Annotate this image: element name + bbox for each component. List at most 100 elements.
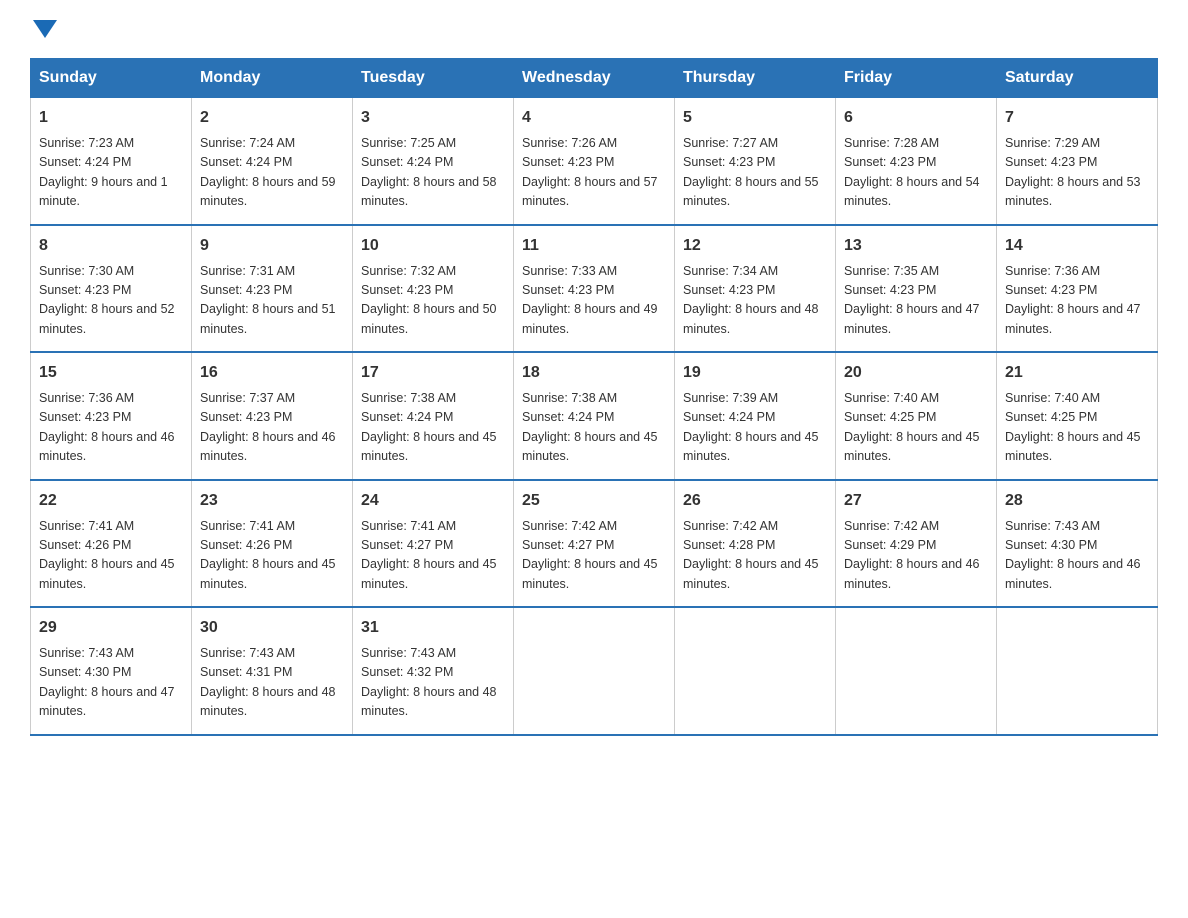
calendar-cell: 25 Sunrise: 7:42 AMSunset: 4:27 PMDayligh…	[514, 480, 675, 608]
day-number: 15	[39, 361, 183, 385]
day-number: 12	[683, 234, 827, 258]
day-header-sunday: Sunday	[31, 59, 192, 98]
day-info: Sunrise: 7:37 AMSunset: 4:23 PMDaylight:…	[200, 389, 344, 467]
day-info: Sunrise: 7:28 AMSunset: 4:23 PMDaylight:…	[844, 134, 988, 212]
day-number: 2	[200, 106, 344, 130]
day-number: 25	[522, 489, 666, 513]
calendar-cell: 9 Sunrise: 7:31 AMSunset: 4:23 PMDaylight…	[192, 225, 353, 353]
calendar-cell: 24Sunrise: 7:41 AMSunset: 4:27 PMDayligh…	[353, 480, 514, 608]
day-number: 3	[361, 106, 505, 130]
day-info: Sunrise: 7:38 AMSunset: 4:24 PMDaylight:…	[522, 389, 666, 467]
week-row-1: 1 Sunrise: 7:23 AMSunset: 4:24 PMDaylight…	[31, 98, 1158, 225]
day-info: Sunrise: 7:42 AMSunset: 4:29 PMDaylight:…	[844, 517, 988, 595]
header-row: SundayMondayTuesdayWednesdayThursdayFrid…	[31, 59, 1158, 98]
calendar-cell	[675, 607, 836, 735]
calendar-cell: 5 Sunrise: 7:27 AMSunset: 4:23 PMDaylight…	[675, 98, 836, 225]
week-row-3: 15 Sunrise: 7:36 AMSunset: 4:23 PMDayligh…	[31, 352, 1158, 480]
calendar-cell: 18 Sunrise: 7:38 AMSunset: 4:24 PMDayligh…	[514, 352, 675, 480]
day-number: 13	[844, 234, 988, 258]
day-number: 30	[200, 616, 344, 640]
day-info: Sunrise: 7:43 AMSunset: 4:30 PMDaylight:…	[39, 644, 183, 722]
calendar-cell: 12 Sunrise: 7:34 AMSunset: 4:23 PMDayligh…	[675, 225, 836, 353]
day-info: Sunrise: 7:42 AMSunset: 4:28 PMDaylight:…	[683, 517, 827, 595]
calendar-cell: 16 Sunrise: 7:37 AMSunset: 4:23 PMDayligh…	[192, 352, 353, 480]
logo-arrow-icon	[33, 20, 57, 38]
day-info: Sunrise: 7:43 AMSunset: 4:30 PMDaylight:…	[1005, 517, 1149, 595]
day-info: Sunrise: 7:43 AMSunset: 4:31 PMDaylight:…	[200, 644, 344, 722]
day-info: Sunrise: 7:36 AMSunset: 4:23 PMDaylight:…	[39, 389, 183, 467]
day-info: Sunrise: 7:27 AMSunset: 4:23 PMDaylight:…	[683, 134, 827, 212]
calendar-cell	[997, 607, 1158, 735]
day-number: 17	[361, 361, 505, 385]
calendar-cell: 27 Sunrise: 7:42 AMSunset: 4:29 PMDayligh…	[836, 480, 997, 608]
calendar-cell	[836, 607, 997, 735]
day-info: Sunrise: 7:26 AMSunset: 4:23 PMDaylight:…	[522, 134, 666, 212]
week-row-4: 22 Sunrise: 7:41 AMSunset: 4:26 PMDayligh…	[31, 480, 1158, 608]
day-info: Sunrise: 7:32 AMSunset: 4:23 PMDaylight:…	[361, 262, 505, 340]
page-header	[30, 20, 1158, 38]
calendar-cell: 19Sunrise: 7:39 AMSunset: 4:24 PMDayligh…	[675, 352, 836, 480]
day-info: Sunrise: 7:33 AMSunset: 4:23 PMDaylight:…	[522, 262, 666, 340]
day-number: 29	[39, 616, 183, 640]
day-info: Sunrise: 7:31 AMSunset: 4:23 PMDaylight:…	[200, 262, 344, 340]
day-info: Sunrise: 7:23 AMSunset: 4:24 PMDaylight:…	[39, 134, 183, 212]
day-number: 8	[39, 234, 183, 258]
day-number: 27	[844, 489, 988, 513]
day-info: Sunrise: 7:25 AMSunset: 4:24 PMDaylight:…	[361, 134, 505, 212]
logo	[30, 20, 60, 38]
calendar-cell: 31 Sunrise: 7:43 AMSunset: 4:32 PMDayligh…	[353, 607, 514, 735]
week-row-2: 8 Sunrise: 7:30 AMSunset: 4:23 PMDaylight…	[31, 225, 1158, 353]
day-number: 18	[522, 361, 666, 385]
day-number: 9	[200, 234, 344, 258]
week-row-5: 29 Sunrise: 7:43 AMSunset: 4:30 PMDayligh…	[31, 607, 1158, 735]
day-number: 14	[1005, 234, 1149, 258]
calendar-cell: 29 Sunrise: 7:43 AMSunset: 4:30 PMDayligh…	[31, 607, 192, 735]
day-info: Sunrise: 7:36 AMSunset: 4:23 PMDaylight:…	[1005, 262, 1149, 340]
day-header-tuesday: Tuesday	[353, 59, 514, 98]
day-number: 4	[522, 106, 666, 130]
calendar-cell: 26 Sunrise: 7:42 AMSunset: 4:28 PMDayligh…	[675, 480, 836, 608]
calendar-cell: 14 Sunrise: 7:36 AMSunset: 4:23 PMDayligh…	[997, 225, 1158, 353]
day-info: Sunrise: 7:40 AMSunset: 4:25 PMDaylight:…	[844, 389, 988, 467]
day-info: Sunrise: 7:42 AMSunset: 4:27 PMDaylight:…	[522, 517, 666, 595]
day-info: Sunrise: 7:41 AMSunset: 4:27 PMDaylight:…	[361, 517, 505, 595]
day-info: Sunrise: 7:41 AMSunset: 4:26 PMDaylight:…	[39, 517, 183, 595]
calendar-cell: 2 Sunrise: 7:24 AMSunset: 4:24 PMDaylight…	[192, 98, 353, 225]
day-info: Sunrise: 7:43 AMSunset: 4:32 PMDaylight:…	[361, 644, 505, 722]
day-number: 21	[1005, 361, 1149, 385]
day-info: Sunrise: 7:39 AMSunset: 4:24 PMDaylight:…	[683, 389, 827, 467]
day-number: 5	[683, 106, 827, 130]
day-info: Sunrise: 7:24 AMSunset: 4:24 PMDaylight:…	[200, 134, 344, 212]
day-info: Sunrise: 7:40 AMSunset: 4:25 PMDaylight:…	[1005, 389, 1149, 467]
day-info: Sunrise: 7:41 AMSunset: 4:26 PMDaylight:…	[200, 517, 344, 595]
calendar-cell: 3 Sunrise: 7:25 AMSunset: 4:24 PMDaylight…	[353, 98, 514, 225]
calendar-cell: 21 Sunrise: 7:40 AMSunset: 4:25 PMDayligh…	[997, 352, 1158, 480]
day-info: Sunrise: 7:29 AMSunset: 4:23 PMDaylight:…	[1005, 134, 1149, 212]
day-header-wednesday: Wednesday	[514, 59, 675, 98]
day-header-friday: Friday	[836, 59, 997, 98]
day-number: 7	[1005, 106, 1149, 130]
day-info: Sunrise: 7:35 AMSunset: 4:23 PMDaylight:…	[844, 262, 988, 340]
day-number: 22	[39, 489, 183, 513]
calendar-cell	[514, 607, 675, 735]
calendar-cell: 13 Sunrise: 7:35 AMSunset: 4:23 PMDayligh…	[836, 225, 997, 353]
day-number: 20	[844, 361, 988, 385]
day-number: 26	[683, 489, 827, 513]
calendar-cell: 17Sunrise: 7:38 AMSunset: 4:24 PMDayligh…	[353, 352, 514, 480]
day-info: Sunrise: 7:30 AMSunset: 4:23 PMDaylight:…	[39, 262, 183, 340]
calendar-cell: 8 Sunrise: 7:30 AMSunset: 4:23 PMDaylight…	[31, 225, 192, 353]
day-number: 11	[522, 234, 666, 258]
day-number: 6	[844, 106, 988, 130]
calendar-cell: 20 Sunrise: 7:40 AMSunset: 4:25 PMDayligh…	[836, 352, 997, 480]
day-number: 23	[200, 489, 344, 513]
day-number: 1	[39, 106, 183, 130]
day-info: Sunrise: 7:34 AMSunset: 4:23 PMDaylight:…	[683, 262, 827, 340]
day-number: 16	[200, 361, 344, 385]
day-number: 28	[1005, 489, 1149, 513]
day-header-saturday: Saturday	[997, 59, 1158, 98]
day-header-monday: Monday	[192, 59, 353, 98]
calendar-cell: 10Sunrise: 7:32 AMSunset: 4:23 PMDayligh…	[353, 225, 514, 353]
day-number: 31	[361, 616, 505, 640]
calendar-cell: 28 Sunrise: 7:43 AMSunset: 4:30 PMDayligh…	[997, 480, 1158, 608]
calendar-table: SundayMondayTuesdayWednesdayThursdayFrid…	[30, 58, 1158, 736]
